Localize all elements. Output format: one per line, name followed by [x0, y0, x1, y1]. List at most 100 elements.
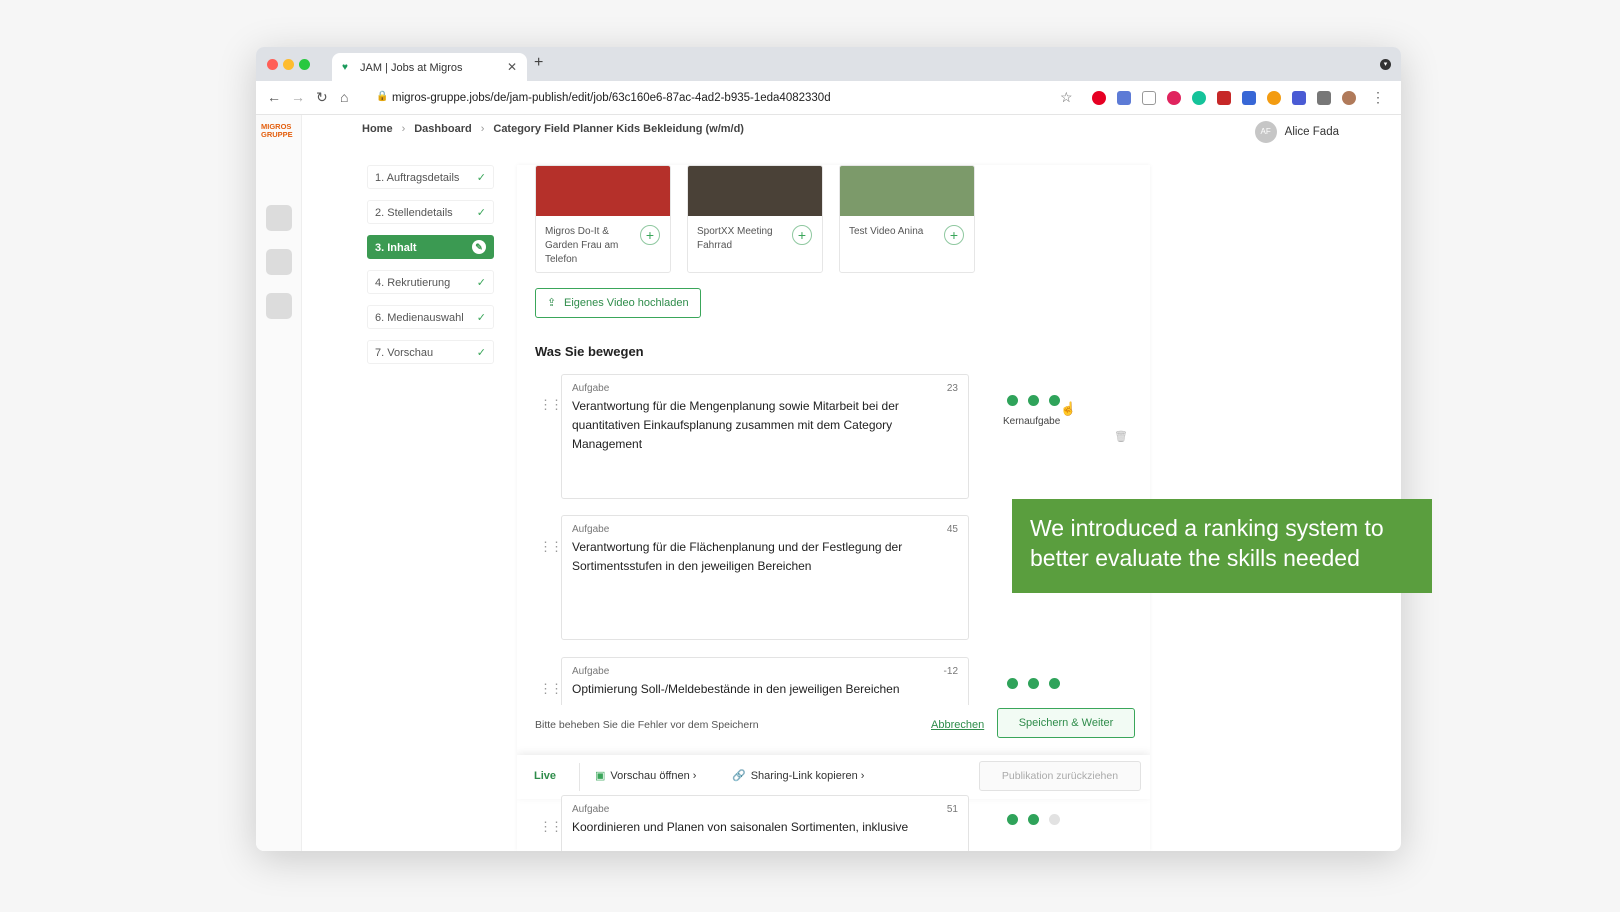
avatar: AF: [1254, 121, 1277, 143]
puzzle-extensions-icon[interactable]: [1317, 91, 1331, 105]
rank-dot[interactable]: [1049, 395, 1060, 406]
drag-handle-icon[interactable]: ⋮⋮: [539, 819, 563, 835]
rank-dot[interactable]: [1028, 395, 1039, 406]
upload-video-button[interactable]: ⇪ Eigenes Video hochladen: [535, 288, 701, 318]
withdraw-publication-button[interactable]: Publikation zurückziehen: [979, 761, 1141, 791]
extension-icon[interactable]: [1292, 91, 1306, 105]
browser-window: ♥ JAM | Jobs at Migros ✕ + ▾ ← → ↻ ⌂ 🔒 m…: [256, 47, 1401, 851]
extension-icon[interactable]: [1267, 91, 1281, 105]
add-video-icon[interactable]: +: [792, 225, 812, 245]
extension-icon[interactable]: [1217, 91, 1231, 105]
add-video-icon[interactable]: +: [944, 225, 964, 245]
home-icon[interactable]: ⌂: [340, 89, 348, 105]
rank-dot[interactable]: [1007, 678, 1018, 689]
section-title: Was Sie bewegen: [535, 344, 644, 359]
tab-title: JAM | Jobs at Migros: [360, 62, 463, 74]
close-window-button[interactable]: [267, 59, 278, 70]
rank-dot[interactable]: [1049, 814, 1060, 825]
check-icon: ✓: [476, 172, 486, 184]
trash-icon[interactable]: 🗑: [1114, 430, 1128, 443]
step-inhalt[interactable]: 3. Inhalt ✎: [367, 235, 494, 259]
task-text: Koordinieren und Planen von saisonalen S…: [572, 820, 909, 834]
video-thumbnail: [688, 166, 822, 216]
form-actions: Bitte beheben Sie die Fehler vor dem Spe…: [517, 705, 1150, 751]
step-rekrutierung[interactable]: 4. Rekrutierung ✓: [367, 270, 494, 294]
task-textarea[interactable]: Aufgabe 45 Verantwortung für die Flächen…: [561, 515, 969, 640]
bookmark-star-icon[interactable]: ☆: [1060, 89, 1073, 106]
drag-handle-icon[interactable]: ⋮⋮: [539, 397, 563, 413]
function-extension-icon[interactable]: [1142, 91, 1156, 105]
extension-icon[interactable]: [1117, 91, 1131, 105]
breadcrumb: Home › Dashboard › Category Field Planner Ki…: [362, 123, 744, 135]
address-bar: ← → ↻ ⌂ 🔒 migros-gruppe.jobs/de/jam-publ…: [256, 81, 1401, 115]
drag-handle-icon[interactable]: ⋮⋮: [539, 539, 563, 555]
task-text: Verantwortung für die Mengenplanung sowi…: [572, 399, 899, 451]
rank-dot[interactable]: [1007, 395, 1018, 406]
breadcrumb-home[interactable]: Home: [362, 123, 393, 135]
browser-tab[interactable]: ♥ JAM | Jobs at Migros ✕: [332, 53, 527, 81]
rank-dot[interactable]: [1028, 814, 1039, 825]
preview-link[interactable]: ▣ Vorschau öffnen ›: [595, 769, 696, 782]
callout-banner: We introduced a ranking system to better…: [1012, 499, 1432, 593]
reload-icon[interactable]: ↻: [316, 89, 328, 106]
task-textarea[interactable]: Aufgabe 51 Koordinieren und Planen von s…: [561, 795, 969, 851]
rank-dot[interactable]: [1049, 678, 1060, 689]
breadcrumb-current: Category Field Planner Kids Bekleidung (…: [493, 123, 744, 135]
pinterest-extension-icon[interactable]: [1092, 91, 1106, 105]
profile-avatar-icon[interactable]: [1342, 91, 1356, 105]
cancel-button[interactable]: Abbrechen: [931, 719, 984, 731]
breadcrumb-dashboard[interactable]: Dashboard: [414, 123, 471, 135]
extension-icon[interactable]: [1242, 91, 1256, 105]
save-continue-button[interactable]: Speichern & Weiter: [997, 708, 1135, 738]
video-card[interactable]: Migros Do-It & Garden Frau am Telefon +: [535, 165, 671, 273]
grammarly-extension-icon[interactable]: [1192, 91, 1206, 105]
wizard-steps: 1. Auftragsdetails ✓ 2. Stellendetails ✓ 3…: [367, 165, 494, 375]
upload-icon: ⇪: [547, 297, 557, 309]
video-title: Test Video Anina: [849, 226, 924, 237]
task-text: Optimierung Soll-/Meldebestände in den j…: [572, 682, 900, 696]
maximize-window-button[interactable]: [299, 59, 310, 70]
char-counter: -12: [943, 666, 958, 677]
lock-icon: 🔒: [376, 91, 389, 102]
check-icon: ✓: [476, 312, 486, 324]
check-icon: ✓: [476, 277, 486, 289]
jobs-icon[interactable]: [266, 249, 292, 275]
video-card[interactable]: SportXX Meeting Fahrrad +: [687, 165, 823, 273]
user-menu[interactable]: AF Alice Fada: [1254, 121, 1339, 143]
new-tab-icon[interactable]: +: [534, 54, 543, 72]
step-medienauswahl[interactable]: 6. Medienauswahl ✓: [367, 305, 494, 329]
migros-logo[interactable]: MIGROS GRUPPE: [261, 123, 293, 139]
video-title: SportXX Meeting Fahrrad: [697, 226, 773, 251]
step-auftragsdetails[interactable]: 1. Auftragsdetails ✓: [367, 165, 494, 189]
rank-dot[interactable]: [1007, 814, 1018, 825]
dashboard-icon[interactable]: [266, 205, 292, 231]
ranking-dots[interactable]: [1007, 812, 1070, 830]
char-counter: 23: [946, 383, 958, 394]
video-card[interactable]: Test Video Anina +: [839, 165, 975, 273]
step-vorschau[interactable]: 7. Vorschau ✓: [367, 340, 494, 364]
url-field[interactable]: 🔒 migros-gruppe.jobs/de/jam-publish/edit…: [370, 87, 1070, 109]
step-stellendetails[interactable]: 2. Stellendetails ✓: [367, 200, 494, 224]
browser-menu-icon[interactable]: ⋮: [1371, 89, 1385, 106]
close-tab-icon[interactable]: ✕: [507, 60, 517, 74]
task-textarea[interactable]: Aufgabe 23 Verantwortung für die Mengenp…: [561, 374, 969, 499]
add-video-icon[interactable]: +: [640, 225, 660, 245]
back-icon[interactable]: ←: [267, 89, 281, 105]
error-message: Bitte beheben Sie die Fehler vor dem Spe…: [535, 719, 759, 731]
app-sidebar: MIGROS GRUPPE: [256, 115, 302, 851]
ranking-label: Kernaufgabe: [1003, 416, 1061, 427]
drag-handle-icon[interactable]: ⋮⋮: [539, 681, 563, 697]
user-name: Alice Fada: [1284, 126, 1339, 139]
favicon-heart-icon: ♥: [342, 62, 348, 73]
forward-icon[interactable]: →: [291, 89, 305, 105]
rank-dot[interactable]: [1028, 678, 1039, 689]
share-link[interactable]: 🔗 Sharing-Link kopieren ›: [732, 769, 864, 782]
video-thumbnail: [840, 166, 974, 216]
ranking-dots[interactable]: [1007, 676, 1070, 694]
analytics-icon[interactable]: [266, 293, 292, 319]
minimize-window-button[interactable]: [283, 59, 294, 70]
video-title: Migros Do-It & Garden Frau am Telefon: [545, 226, 619, 265]
extension-icon[interactable]: [1167, 91, 1181, 105]
app-header: Home › Dashboard › Category Field Planner Ki…: [302, 115, 1401, 147]
tab-search-icon[interactable]: ▾: [1380, 59, 1391, 70]
